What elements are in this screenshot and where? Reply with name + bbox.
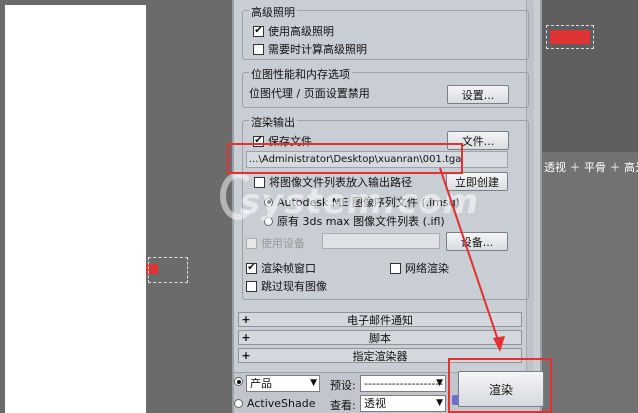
compute-lighting-label: 需要时计算高级照明 xyxy=(268,43,367,56)
preset-label: 预设: xyxy=(330,379,356,392)
use-advanced-lighting-checkbox[interactable]: ✔ xyxy=(253,25,264,37)
blank-panel xyxy=(5,5,146,413)
device-field xyxy=(322,233,440,249)
product-select[interactable]: 产品 ▼ xyxy=(246,375,320,392)
activeshade-radio-row[interactable]: ActiveShade xyxy=(234,397,315,410)
selection-bracket-left xyxy=(148,257,188,283)
preset-select-value: -------------------- xyxy=(364,377,444,390)
net-render-checkbox[interactable] xyxy=(390,262,401,274)
activeshade-radio[interactable] xyxy=(234,399,243,408)
expand-icon: + xyxy=(241,313,251,326)
compute-lighting-checkbox[interactable] xyxy=(253,43,264,55)
use-advanced-lighting-row[interactable]: ✔ 使用高级照明 xyxy=(253,23,334,39)
chevron-down-icon: ▼ xyxy=(436,398,443,408)
net-render-row[interactable]: 网络渲染 xyxy=(390,260,449,276)
group-title-advanced-lighting: 高级照明 xyxy=(249,4,297,20)
bitmap-proxy-status-text: 位图代理 / 页面设置禁用 xyxy=(249,87,370,100)
viewport-right-bottom xyxy=(542,152,638,413)
use-advanced-lighting-label: 使用高级照明 xyxy=(268,25,334,38)
frame-window-checkbox[interactable]: ✔ xyxy=(246,262,257,274)
preset-select[interactable]: -------------------- ▼ xyxy=(360,375,446,392)
watermark-text: system.com xyxy=(240,182,480,222)
frame-window-label: 渲染帧窗口 xyxy=(261,262,316,275)
annotation-path-highlight xyxy=(227,143,463,174)
skip-existing-checkbox[interactable] xyxy=(246,280,257,292)
product-radio-row[interactable] xyxy=(234,377,243,386)
view-label: 查看: xyxy=(330,399,356,412)
rollout-scripts[interactable]: + 脚本 xyxy=(238,330,522,345)
annotation-render-highlight xyxy=(448,358,552,413)
group-bitmap-performance: 位图性能和内存选项 位图代理 / 页面设置禁用 设置... xyxy=(242,66,529,108)
use-device-checkbox xyxy=(246,237,257,249)
viewport-label[interactable]: 透视 ＋ 平骨 ＋ 高光 xyxy=(544,159,638,175)
expand-icon: + xyxy=(241,331,251,344)
group-title-bitmap-performance: 位图性能和内存选项 xyxy=(249,66,352,82)
rollout-scripts-label: 脚本 xyxy=(369,331,391,345)
bitmap-proxy-status: 位图代理 / 页面设置禁用 xyxy=(249,85,370,101)
use-device-label: 使用设备 xyxy=(261,237,305,250)
skip-existing-row[interactable]: 跳过现有图像 xyxy=(246,278,327,294)
net-render-label: 网络渲染 xyxy=(405,262,449,275)
chevron-down-icon: ▼ xyxy=(436,378,443,388)
activeshade-label: ActiveShade xyxy=(247,397,316,410)
group-advanced-lighting: 高级照明 ✔ 使用高级照明 需要时计算高级照明 xyxy=(242,4,529,60)
rollout-email[interactable]: + 电子邮件通知 xyxy=(238,312,522,327)
selection-bracket-top xyxy=(546,25,594,49)
group-title-render-output: 渲染输出 xyxy=(249,114,297,130)
rollout-email-label: 电子邮件通知 xyxy=(347,313,413,327)
product-select-value: 产品 xyxy=(250,377,272,390)
view-select[interactable]: 透视 ▼ xyxy=(360,395,446,412)
skip-existing-label: 跳过现有图像 xyxy=(261,280,327,293)
compute-lighting-row[interactable]: 需要时计算高级照明 xyxy=(253,41,367,57)
product-radio[interactable] xyxy=(234,377,243,386)
devices-button[interactable]: 设备... xyxy=(446,232,508,251)
expand-icon: + xyxy=(241,349,251,362)
use-device-row: 使用设备 xyxy=(246,235,305,251)
view-select-value: 透视 xyxy=(364,397,386,410)
bitmap-settings-button[interactable]: 设置... xyxy=(447,85,509,104)
frame-window-row[interactable]: ✔ 渲染帧窗口 xyxy=(246,260,316,276)
chevron-down-icon: ▼ xyxy=(310,378,317,388)
